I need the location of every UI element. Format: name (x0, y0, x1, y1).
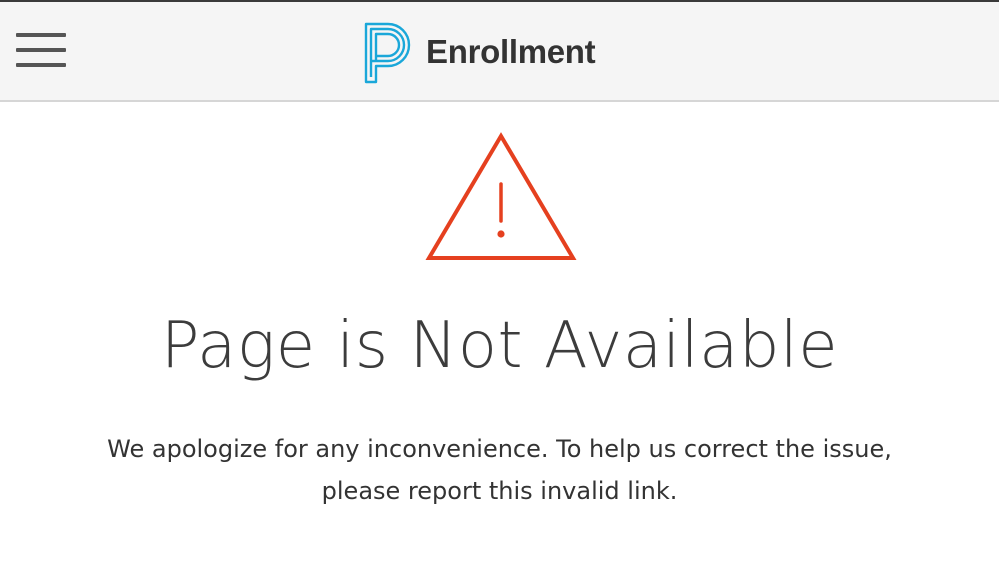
menu-button[interactable] (14, 30, 70, 74)
hamburger-menu-icon-bar (16, 48, 66, 52)
brand[interactable]: Enrollment (362, 20, 596, 84)
hamburger-menu-icon-bar (16, 63, 66, 67)
brand-name: Enrollment (426, 33, 596, 70)
hamburger-menu-icon (16, 33, 66, 37)
powerschool-logo-icon (364, 22, 411, 84)
error-page: Enrollment Page is Not Available We apol… (0, 0, 999, 572)
error-message: We apologize for any inconvenience. To h… (0, 428, 999, 512)
error-message-line-1: We apologize for any inconvenience. To h… (107, 435, 892, 463)
page-title: Page is Not Available (160, 309, 839, 383)
error-message-line-2: please report this invalid link. (321, 477, 678, 505)
app-header: Enrollment (0, 2, 999, 102)
warning-triangle-icon (425, 132, 577, 260)
